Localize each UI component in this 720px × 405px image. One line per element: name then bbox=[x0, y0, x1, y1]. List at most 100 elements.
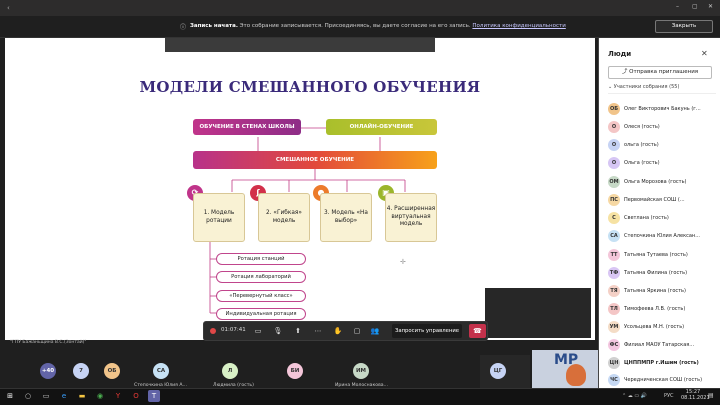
participant-name: Тимофеева Л.В. (гость) bbox=[624, 306, 686, 312]
maximize-icon[interactable]: ▢ bbox=[692, 3, 698, 10]
taskbar bbox=[0, 388, 720, 405]
explorer-icon[interactable]: ▬ bbox=[76, 390, 88, 402]
pill-lab-rotation: Ротация лабораторий bbox=[216, 271, 306, 283]
participant-name: Олег Викторович Бакунь (г... bbox=[624, 106, 701, 112]
notifications-icon[interactable]: ▤ bbox=[708, 392, 714, 399]
participant-name: Чередниченская СОШ (гость) bbox=[624, 377, 703, 383]
attendees-header[interactable]: ⌄ Участники собрания (55) bbox=[608, 84, 679, 90]
thumb-overflow[interactable]: +40 bbox=[40, 363, 56, 379]
participant-row[interactable]: СА Степочкина Юлия Алексан... bbox=[608, 229, 716, 245]
participant-name: ольга (гость) bbox=[624, 142, 659, 148]
participant-avatar: ФС bbox=[608, 339, 620, 351]
participant-avatar: О bbox=[608, 121, 620, 133]
task-view-icon[interactable]: ▭ bbox=[40, 390, 52, 402]
participant-row[interactable]: О Ольга (гость) bbox=[608, 156, 716, 172]
close-panel-icon[interactable]: ✕ bbox=[701, 49, 708, 58]
close-window-icon[interactable]: ✕ bbox=[708, 3, 713, 10]
participant-name: Татьяна Яркина (гость) bbox=[624, 288, 686, 294]
participant-row[interactable]: ТЛ Тимофеева Л.В. (гость) bbox=[608, 302, 716, 318]
participant-row[interactable]: ТФ Татьяна Филина (гость) bbox=[608, 266, 716, 282]
participant-row[interactable]: О Олеся (гость) bbox=[608, 120, 716, 136]
participant-avatar: О bbox=[608, 139, 620, 151]
panel-title: Люди bbox=[608, 50, 632, 58]
mic-off-icon[interactable]: 🎙 bbox=[272, 325, 284, 337]
participant-avatar: ПС bbox=[608, 194, 620, 206]
clock[interactable]: 15:27 08.11.2021 bbox=[681, 389, 710, 401]
presenter-video: MP bbox=[532, 350, 598, 388]
hang-up-button[interactable]: ☎ bbox=[469, 324, 486, 338]
model-card-choice: 3. Модель «На выбор» bbox=[320, 193, 372, 242]
participant-row[interactable]: ТТ Татьяна Тутаева (гость) bbox=[608, 248, 716, 264]
chrome-icon[interactable]: ◉ bbox=[94, 390, 106, 402]
share-screen-icon[interactable]: ⬆ bbox=[292, 325, 304, 337]
participant-name: Степочкина Юлия Алексан... bbox=[624, 233, 700, 239]
model-card-virtual: 4. Расширенная виртуальная модель bbox=[385, 193, 437, 242]
participant-name: Первомайская СОШ (... bbox=[624, 197, 685, 203]
video-tile bbox=[485, 288, 591, 338]
participant-row[interactable]: Оольга (гость) bbox=[608, 138, 716, 154]
participant-name: Ольга (гость) bbox=[624, 160, 660, 166]
participant-row[interactable]: С Светлана (гость) bbox=[608, 211, 716, 227]
participant-avatar: ТФ bbox=[608, 267, 620, 279]
participant-row[interactable]: ОБ Олег Викторович Бакунь (г... bbox=[608, 102, 716, 118]
participant-avatar: ТТ bbox=[608, 249, 620, 261]
pill-flipped-class: «Перевернутый класс» bbox=[216, 290, 306, 302]
participant-name: Татьяна Тутаева (гость) bbox=[624, 252, 688, 258]
participant-avatar: ОБ bbox=[608, 103, 620, 115]
online-learning-bar: ОНЛАЙН-ОБУЧЕНИЕ bbox=[326, 119, 437, 135]
edge-icon[interactable]: e bbox=[58, 390, 70, 402]
attendees-label: Участники собрания (55) bbox=[613, 84, 680, 90]
tray-icons[interactable]: ⌃ ☁ ▭ 🔊 bbox=[622, 393, 647, 399]
participant-row[interactable]: ТЯ Татьяна Яркина (гость) bbox=[608, 284, 716, 300]
close-banner-button[interactable]: Закрыть bbox=[655, 20, 713, 33]
send-invite-button[interactable]: ⤴ Отправка приглашения bbox=[608, 66, 712, 79]
participant-name: Филиал МАОУ Татарская... bbox=[624, 342, 695, 348]
participant-avatar: СА bbox=[608, 230, 620, 242]
thumb-avatar: СА bbox=[153, 363, 169, 379]
thumb-avatar: Л bbox=[222, 363, 238, 379]
participant-avatar: О bbox=[608, 157, 620, 169]
send-invite-label: Отправка приглашения bbox=[629, 69, 699, 75]
participant-row[interactable]: ЦН ЦНППМПР г.Ишим (гость) bbox=[608, 356, 716, 372]
call-timer: 01:07:41 bbox=[221, 327, 246, 333]
participant-name: ЦНППМПР г.Ишим (гость) bbox=[624, 360, 699, 366]
teams-icon[interactable]: T bbox=[148, 390, 160, 402]
request-control-button[interactable]: Запросить управление bbox=[392, 324, 462, 338]
yandex-icon[interactable]: Y bbox=[112, 390, 124, 402]
opera-icon[interactable]: O bbox=[130, 390, 142, 402]
recording-dot-icon bbox=[210, 328, 216, 334]
participant-avatar: ЧС bbox=[608, 374, 620, 386]
minimize-icon[interactable]: – bbox=[676, 3, 679, 10]
thumb-avatar: БИ bbox=[287, 363, 303, 379]
cursor-icon: ✛ bbox=[400, 258, 406, 266]
participant-name: Татьяна Филина (гость) bbox=[624, 270, 688, 276]
participant-name: Олеся (гость) bbox=[624, 124, 660, 130]
panel-divider bbox=[608, 93, 716, 98]
chat-icon[interactable]: ▢ bbox=[351, 325, 363, 337]
raise-hand-icon[interactable]: ✋ bbox=[332, 325, 344, 337]
participant-name: Светлана (гость) bbox=[624, 215, 669, 221]
participant-row[interactable]: ЧС Чередниченская СОШ (гость) bbox=[608, 373, 716, 389]
participant-row[interactable]: ФС Филиал МАОУ Татарская... bbox=[608, 338, 716, 354]
thumb-avatar: ЦГ bbox=[490, 363, 506, 379]
participant-avatar: ЦН bbox=[608, 357, 620, 369]
participant-avatar: УМ bbox=[608, 321, 620, 333]
participants-icon[interactable]: 👥 bbox=[369, 325, 381, 337]
participant-row[interactable]: ПС Первомайская СОШ (... bbox=[608, 193, 716, 209]
clock-date: 08.11.2021 bbox=[681, 395, 710, 401]
more-actions-icon[interactable]: ⋯ bbox=[312, 325, 324, 337]
participant-row[interactable]: УМ Усольцева М.Н. (гость) bbox=[608, 320, 716, 336]
participant-avatar: ТЯ bbox=[608, 285, 620, 297]
language-indicator[interactable]: РУС bbox=[664, 393, 674, 399]
camera-off-icon[interactable]: ▭ bbox=[252, 325, 264, 337]
thumb-avatar: 7 bbox=[73, 363, 89, 379]
participant-name: Ольга Морозова (гость) bbox=[624, 179, 687, 185]
pill-individual-rotation: Индивидуальная ротация bbox=[216, 308, 306, 320]
model-card-rotation: 1. Модель ротации bbox=[193, 193, 245, 242]
participant-avatar: ТЛ bbox=[608, 303, 620, 315]
participant-avatar: С bbox=[608, 212, 620, 224]
search-icon[interactable]: ○ bbox=[22, 390, 34, 402]
thumb-avatar: ИМ bbox=[353, 363, 369, 379]
windows-start-icon[interactable]: ⊞ bbox=[4, 390, 16, 402]
participant-row[interactable]: ОМ Ольга Морозова (гость) bbox=[608, 175, 716, 191]
